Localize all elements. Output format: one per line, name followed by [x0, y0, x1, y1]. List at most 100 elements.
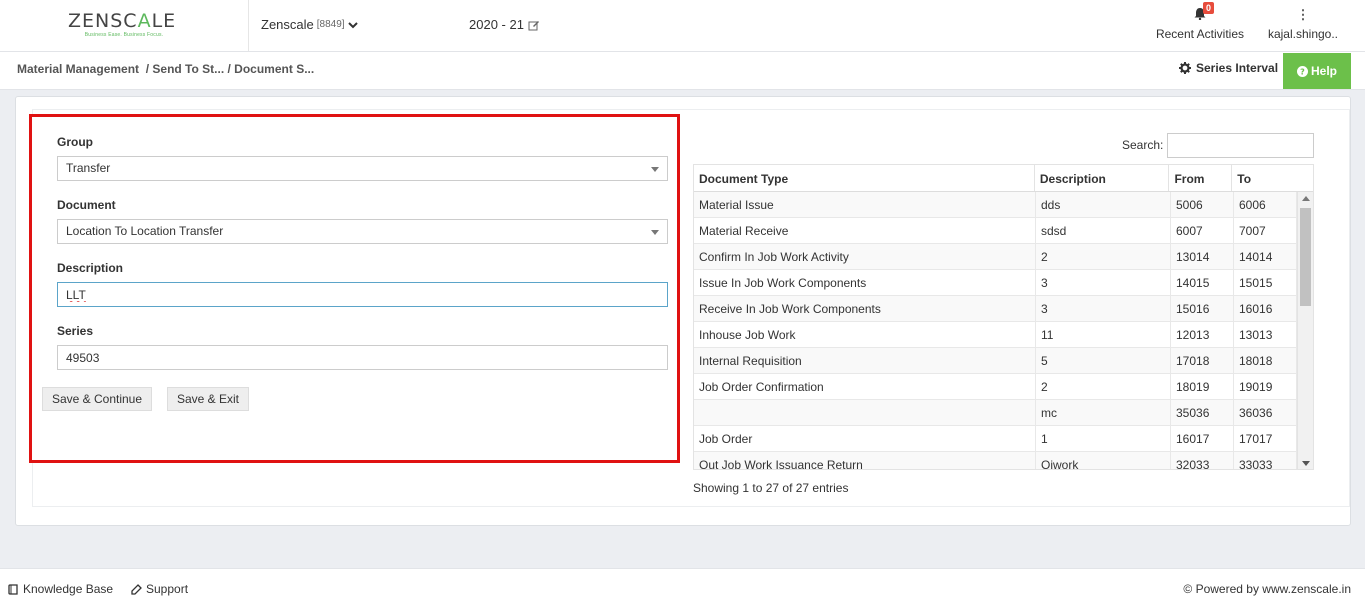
- user-menu[interactable]: ⋮ kajal.shingo..: [1263, 7, 1343, 41]
- cell-document-type: Issue In Job Work Components: [694, 270, 1036, 295]
- table-row[interactable]: Inhouse Job Work 11 12013 13013: [694, 322, 1313, 348]
- series-input[interactable]: [57, 345, 668, 370]
- cell-document-type: Job Order: [694, 426, 1036, 451]
- table-row[interactable]: Internal Requisition 5 17018 18018: [694, 348, 1313, 374]
- cell-from: 32033: [1171, 452, 1234, 469]
- save-continue-button[interactable]: Save & Continue: [42, 387, 152, 411]
- cell-to: 7007: [1234, 218, 1297, 243]
- help-label: Help: [1310, 64, 1337, 78]
- logo-wordmark: ZENSCALE: [68, 10, 177, 32]
- scroll-down-icon[interactable]: [1302, 461, 1310, 466]
- document-select[interactable]: Location To Location Transfer: [57, 219, 668, 244]
- cell-document-type: Material Issue: [694, 192, 1036, 217]
- financial-year: 2020 - 21: [469, 17, 524, 32]
- cell-from: 18019: [1171, 374, 1234, 399]
- cell-from: 35036: [1171, 400, 1234, 425]
- table-header: Document Type Description From To: [694, 165, 1313, 192]
- table-row[interactable]: Out Job Work Issuance Return Ojwork 3203…: [694, 452, 1313, 469]
- group-select-value: Transfer: [66, 161, 111, 175]
- header-divider: [248, 0, 249, 51]
- search-label: Search:: [1122, 138, 1164, 152]
- cell-from: 12013: [1171, 322, 1234, 347]
- scroll-up-icon[interactable]: [1302, 196, 1310, 201]
- help-button[interactable]: ? Help: [1283, 53, 1351, 89]
- search-input[interactable]: [1167, 133, 1314, 158]
- top-navbar: ZENSCALE Business Ease. Business Focus. …: [0, 0, 1365, 52]
- kebab-menu-icon: ⋮: [1296, 7, 1310, 22]
- cell-description: dds: [1036, 192, 1171, 217]
- table-row[interactable]: Receive In Job Work Components 3 15016 1…: [694, 296, 1313, 322]
- table-row[interactable]: mc 35036 36036: [694, 400, 1313, 426]
- table-row[interactable]: Job Order 1 16017 17017: [694, 426, 1313, 452]
- cell-description: 2: [1036, 244, 1171, 269]
- cell-description: sdsd: [1036, 218, 1171, 243]
- svg-text:?: ?: [1300, 67, 1305, 76]
- support-icon: [131, 583, 142, 595]
- cell-document-type: Receive In Job Work Components: [694, 296, 1036, 321]
- cell-description: mc: [1036, 400, 1171, 425]
- cell-from: 14015: [1171, 270, 1234, 295]
- description-input[interactable]: [57, 282, 668, 307]
- document-series-form: Group Transfer Document Location To Loca…: [29, 114, 680, 463]
- cell-document-type: Inhouse Job Work: [694, 322, 1036, 347]
- knowledge-base-label: Knowledge Base: [23, 582, 114, 596]
- column-header-from[interactable]: From: [1169, 165, 1233, 191]
- caret-down-icon: [651, 167, 659, 172]
- cell-from: 15016: [1171, 296, 1234, 321]
- cell-document-type: Internal Requisition: [694, 348, 1036, 373]
- recent-activities-button[interactable]: 0 Recent Activities: [1155, 2, 1245, 41]
- series-label: Series: [57, 324, 94, 338]
- cell-description: 3: [1036, 296, 1171, 321]
- document-select-value: Location To Location Transfer: [66, 224, 224, 238]
- cell-from: 16017: [1171, 426, 1234, 451]
- support-link[interactable]: Support: [131, 582, 188, 596]
- table-row[interactable]: Material Receive sdsd 6007 7007: [694, 218, 1313, 244]
- breadcrumb-item-material-management[interactable]: Material Management: [17, 62, 139, 76]
- cell-to: 17017: [1234, 426, 1297, 451]
- powered-by: © Powered by www.zenscale.in: [1183, 582, 1351, 596]
- chevron-down-icon: [347, 21, 358, 28]
- cell-document-type: [694, 400, 1036, 425]
- zenscale-logo[interactable]: ZENSCALE Business Ease. Business Focus.: [68, 11, 180, 41]
- group-select[interactable]: Transfer: [57, 156, 668, 181]
- cell-description: Ojwork: [1036, 452, 1171, 469]
- breadcrumb-item-send-to-store[interactable]: / Send To St...: [146, 62, 224, 76]
- cell-description: 11: [1036, 322, 1171, 347]
- save-exit-button[interactable]: Save & Exit: [167, 387, 249, 411]
- table-scrollbar[interactable]: [1297, 192, 1313, 469]
- cell-to: 16016: [1234, 296, 1297, 321]
- financial-year-selector[interactable]: 2020 - 21: [469, 17, 540, 32]
- cell-description: 3: [1036, 270, 1171, 295]
- table-body: Material Issue dds 5006 6006 Material Re…: [694, 192, 1313, 469]
- support-label: Support: [146, 582, 189, 596]
- cell-from: 6007: [1171, 218, 1234, 243]
- group-label: Group: [57, 135, 93, 149]
- table-row[interactable]: Job Order Confirmation 2 18019 19019: [694, 374, 1313, 400]
- column-header-to[interactable]: To: [1232, 165, 1313, 191]
- breadcrumb-item-document-series: / Document S...: [227, 62, 315, 76]
- recent-activities-label: Recent Activities: [1155, 27, 1245, 41]
- series-interval-button[interactable]: Series Interval: [1179, 61, 1278, 75]
- table-row[interactable]: Issue In Job Work Components 3 14015 150…: [694, 270, 1313, 296]
- scrollbar-thumb[interactable]: [1300, 208, 1311, 306]
- breadcrumb: Material Management / Send To St... / Do…: [17, 62, 314, 76]
- column-header-document-type[interactable]: Document Type: [694, 165, 1035, 191]
- knowledge-base-link[interactable]: Knowledge Base: [8, 582, 113, 596]
- series-interval-label: Series Interval: [1196, 61, 1279, 75]
- book-icon: [8, 583, 18, 595]
- table-row[interactable]: Material Issue dds 5006 6006: [694, 192, 1313, 218]
- cell-document-type: Material Receive: [694, 218, 1036, 243]
- cell-from: 13014: [1171, 244, 1234, 269]
- gear-icon: [1179, 62, 1191, 74]
- cell-from: 17018: [1171, 348, 1234, 373]
- cell-from: 5006: [1171, 192, 1234, 217]
- caret-down-icon: [651, 230, 659, 235]
- logo-tagline: Business Ease. Business Focus.: [84, 32, 164, 38]
- company-selector[interactable]: Zenscale [8849]: [261, 17, 358, 32]
- cell-to: 14014: [1234, 244, 1297, 269]
- company-code: [8849]: [316, 19, 345, 30]
- cell-document-type: Out Job Work Issuance Return: [694, 452, 1036, 469]
- table-row[interactable]: Confirm In Job Work Activity 2 13014 140…: [694, 244, 1313, 270]
- column-header-description[interactable]: Description: [1035, 165, 1170, 191]
- edit-icon: [528, 20, 539, 30]
